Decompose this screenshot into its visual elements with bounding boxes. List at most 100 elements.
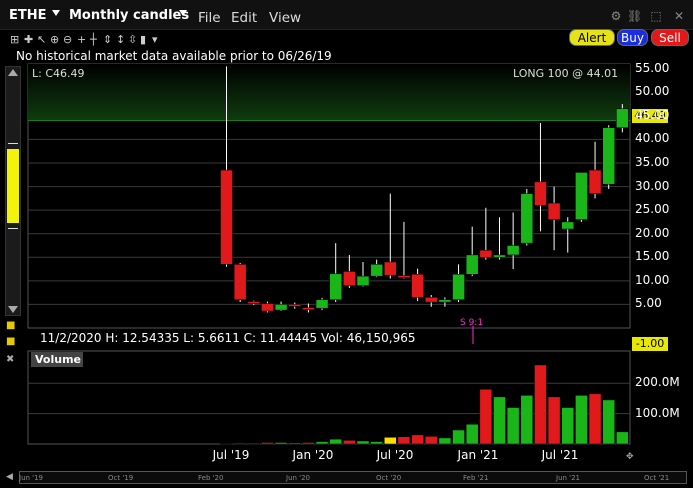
navigator-label: Jun '20 — [286, 474, 310, 482]
candle-body — [561, 221, 574, 230]
volume-bar — [425, 436, 438, 445]
price-tick-label: 45.00 — [635, 107, 670, 122]
scroll-down-icon[interactable] — [8, 306, 18, 313]
candle-body — [425, 297, 438, 303]
volume-bar — [247, 442, 261, 445]
candle-body — [575, 172, 588, 220]
navigator-label: Oct '21 — [644, 474, 670, 482]
volume-bar — [465, 423, 479, 445]
candle-body — [302, 307, 315, 310]
split-marker[interactable]: S 9:1 — [460, 318, 483, 328]
navigator-label: Jun '19 — [19, 474, 43, 482]
navigator-label: Jun '21 — [556, 474, 580, 482]
volume-bar — [547, 396, 561, 445]
navigator-label: Feb '20 — [198, 474, 224, 482]
candle-body — [547, 202, 561, 220]
volume-bar — [343, 440, 356, 445]
volume-bar — [288, 442, 301, 445]
volume-tick-label: 100.0M — [635, 405, 680, 420]
ohlc-readout: 11/2/2020 H: 12.54335 L: 5.6611 C: 11.44… — [40, 331, 416, 345]
volume-bar — [274, 442, 288, 445]
lock-icon[interactable]: ■ — [6, 320, 15, 331]
price-tick-label: 15.00 — [635, 249, 670, 264]
vertical-scrollbar[interactable] — [5, 66, 21, 316]
volume-bar — [397, 436, 411, 445]
candle-body — [588, 169, 602, 194]
candle-body — [329, 273, 342, 300]
x-axis-label: Jan '20 — [292, 448, 334, 462]
candle-body — [479, 249, 493, 258]
price-tick-label: 5.00 — [635, 296, 662, 311]
volume-bar — [616, 431, 629, 445]
axis-bottom-tag: -1.00 — [632, 337, 668, 351]
volume-bar — [411, 434, 424, 445]
volume-bar — [233, 442, 247, 445]
scroll-track — [8, 228, 18, 229]
volume-bar — [575, 395, 588, 445]
candle-body — [534, 181, 547, 206]
candle-body — [452, 274, 465, 300]
candle-body — [274, 304, 288, 311]
volume-bar — [493, 396, 506, 445]
x-axis-label: Jul '21 — [541, 448, 579, 462]
volume-bar — [479, 389, 493, 445]
price-tick-label: 25.00 — [635, 202, 670, 217]
x-axis-labels: Jul '19 Jan '20 Jul '20 Jan '21 Jul '21 — [212, 448, 579, 462]
volume-bar — [506, 407, 520, 445]
candle-body — [384, 261, 397, 276]
candle-body — [247, 301, 261, 304]
price-tick-label: 20.00 — [635, 225, 670, 240]
price-tick-label: 40.00 — [635, 131, 670, 146]
scroll-track — [8, 143, 18, 144]
navigator-label: Oct '20 — [376, 474, 402, 482]
volume-bar — [261, 442, 274, 445]
last-price-label: L: C46.49 — [32, 67, 85, 80]
candle-body — [438, 299, 452, 303]
candle-body — [261, 303, 274, 312]
candle-body — [288, 304, 301, 307]
volume-bar — [438, 437, 452, 445]
candle-body — [602, 127, 615, 185]
candle-body — [315, 299, 329, 309]
volume-bar — [602, 399, 615, 445]
price-tick-label: 55.00 — [635, 60, 670, 75]
volume-bars — [220, 364, 629, 445]
candle-body — [411, 274, 424, 298]
volume-bar — [588, 393, 602, 445]
navigator-left-icon[interactable]: ◀ — [6, 472, 13, 482]
volume-tick-label: 200.0M — [635, 375, 680, 390]
volume-bar — [520, 395, 534, 445]
x-axis-label: Jul '19 — [212, 448, 250, 462]
volume-bar — [384, 437, 397, 445]
volume-bar — [302, 442, 315, 445]
volume-panel-title: Volume — [31, 352, 83, 367]
navigator-label: Feb '21 — [463, 474, 489, 482]
x-axis-label: Jan '21 — [457, 448, 499, 462]
candle-body — [616, 108, 629, 128]
x-axis-label: Jul '20 — [376, 448, 414, 462]
price-tick-label: 35.00 — [635, 155, 670, 169]
lock-scale-icon[interactable]: ■ — [6, 336, 15, 347]
candle-body — [465, 254, 479, 275]
volume-bar — [561, 407, 574, 445]
price-tick-label: 50.00 — [635, 84, 670, 99]
position-label: LONG 100 @ 44.01 — [513, 67, 619, 80]
volume-bar — [356, 440, 370, 445]
price-tick-label: 30.00 — [635, 178, 670, 193]
candle-body — [520, 193, 534, 244]
expand-icon[interactable]: ✥ — [626, 452, 634, 462]
candle-body — [397, 275, 411, 278]
volume-bar — [370, 441, 383, 445]
price-tick-label: 10.00 — [635, 272, 670, 287]
volume-bar — [220, 443, 233, 445]
volume-bar — [315, 441, 329, 445]
candle-body — [356, 275, 370, 286]
candle-body — [233, 264, 247, 300]
scroll-thumb[interactable] — [7, 149, 19, 223]
candle-body — [493, 254, 506, 258]
volume-settings-icon[interactable]: ✖ — [6, 354, 14, 365]
candle-body — [506, 245, 520, 256]
candle-body — [370, 264, 383, 277]
scroll-up-icon[interactable] — [8, 69, 18, 76]
volume-bar — [452, 429, 465, 445]
